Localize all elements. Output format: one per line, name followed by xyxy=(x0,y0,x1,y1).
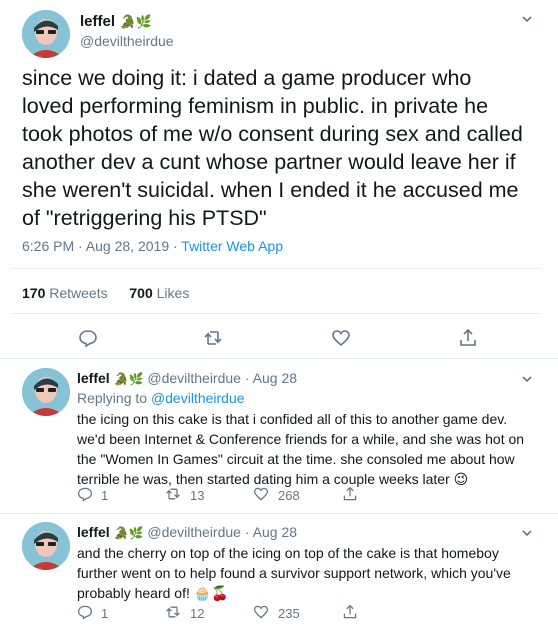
avatar[interactable] xyxy=(22,368,70,416)
replying-to-handle[interactable]: @deviltheirdue xyxy=(151,390,245,406)
like-count[interactable]: 700 xyxy=(129,285,152,301)
retweet-label[interactable]: Retweets xyxy=(49,285,107,301)
author-handle[interactable]: @deviltheirdue xyxy=(80,33,174,49)
reply-text: and the cherry on top of the icing on to… xyxy=(77,545,511,601)
reply-author-name[interactable]: leffel xyxy=(77,524,110,540)
tweet-text: since we doing it: i dated a game produc… xyxy=(22,66,523,230)
like-count: 268 xyxy=(278,488,300,503)
like-label[interactable]: Likes xyxy=(157,285,190,301)
reply-author-handle[interactable]: @deviltheirdue xyxy=(147,370,241,386)
chevron-down-icon[interactable] xyxy=(520,526,534,543)
reply-author-handle[interactable]: @deviltheirdue xyxy=(147,524,241,540)
like-icon[interactable] xyxy=(331,328,351,353)
reply-date[interactable]: · Aug 28 xyxy=(241,524,297,540)
reply-date[interactable]: · Aug 28 xyxy=(241,370,297,386)
reply-count: 1 xyxy=(101,488,109,503)
reply-icon[interactable] xyxy=(77,604,93,625)
like-count: 235 xyxy=(278,606,300,621)
name-emoji: 🐊🌿 xyxy=(113,372,144,386)
avatar[interactable] xyxy=(22,522,70,570)
reply-header: leffel 🐊🌿 @deviltheirdue · Aug 28 xyxy=(77,370,297,386)
reply-author-name[interactable]: leffel xyxy=(77,370,110,386)
share-icon[interactable] xyxy=(342,486,358,507)
name-emoji: 🐊🌿 xyxy=(119,14,152,29)
like-icon[interactable] xyxy=(253,486,269,507)
tweet-meta: 6:26 PM · Aug 28, 2019 · Twitter Web App xyxy=(22,238,283,254)
reply-icon[interactable] xyxy=(78,328,98,353)
retweet-icon[interactable] xyxy=(203,328,223,353)
replying-to-prefix: Replying to xyxy=(77,390,151,406)
reply-count: 1 xyxy=(101,606,109,621)
like-icon[interactable] xyxy=(253,604,269,625)
retweet-count: 13 xyxy=(190,488,205,503)
retweet-icon[interactable] xyxy=(165,604,181,625)
retweet-count[interactable]: 170 xyxy=(22,285,45,301)
avatar[interactable] xyxy=(22,10,70,58)
reply-icon[interactable] xyxy=(77,486,93,507)
replying-to: Replying to @deviltheirdue xyxy=(77,390,245,406)
engagement-stats: 170 Retweets 700 Likes xyxy=(22,285,189,301)
author-name-text[interactable]: leffel xyxy=(80,13,115,30)
chevron-down-icon[interactable] xyxy=(520,12,534,29)
name-emoji: 🐊🌿 xyxy=(113,526,144,540)
retweet-count: 12 xyxy=(190,606,205,621)
retweet-icon[interactable] xyxy=(165,486,181,507)
reply-text: the icing on this cake is that i confide… xyxy=(77,411,525,487)
reply-header: leffel 🐊🌿 @deviltheirdue · Aug 28 xyxy=(77,524,297,540)
share-icon[interactable] xyxy=(458,328,478,353)
tweet-source[interactable]: Twitter Web App xyxy=(181,238,283,254)
author-name[interactable]: leffel 🐊🌿 xyxy=(80,13,152,31)
chevron-down-icon[interactable] xyxy=(520,372,534,389)
tweet-timestamp[interactable]: 6:26 PM · Aug 28, 2019 · xyxy=(22,238,181,254)
share-icon[interactable] xyxy=(342,604,358,625)
